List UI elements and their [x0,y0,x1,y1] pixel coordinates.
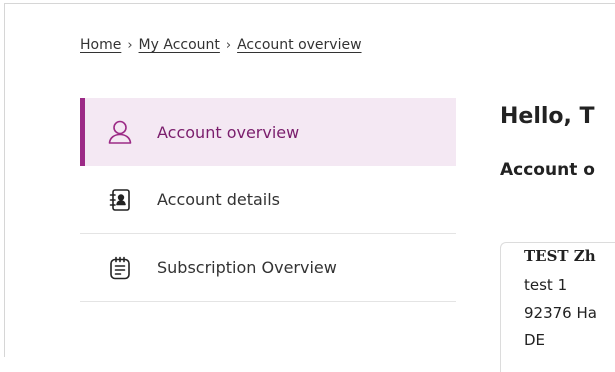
user-icon [106,118,134,146]
sidebar-item-label: Account details [157,190,280,209]
breadcrumb: Home › My Account › Account overview [80,37,362,53]
address-line-2: 92376 Ha [524,304,597,322]
breadcrumb-separator: › [127,38,133,53]
account-overview-subheading: Account o [500,160,595,180]
breadcrumb-home-link[interactable]: Home [80,37,121,53]
address-country: DE [524,331,546,349]
clipboard-list-icon [106,254,134,282]
breadcrumb-my-account-link[interactable]: My Account [139,37,220,53]
address-name: TEST Zh [524,247,596,265]
sidebar-item-label: Account overview [157,122,300,142]
greeting-heading: Hello, T [500,104,595,129]
address-line-1: test 1 [524,276,568,294]
account-sidebar: Account overview Account details Subscri… [80,98,456,302]
breadcrumb-separator: › [225,38,232,53]
sidebar-item-label: Subscription Overview [157,258,337,277]
breadcrumb-account-overview-link[interactable]: Account overview [237,37,361,53]
contact-book-icon [106,186,134,214]
sidebar-item-account-details[interactable]: Account details [80,166,456,234]
sidebar-item-subscription-overview[interactable]: Subscription Overview [80,234,456,302]
sidebar-item-account-overview[interactable]: Account overview [80,98,456,166]
